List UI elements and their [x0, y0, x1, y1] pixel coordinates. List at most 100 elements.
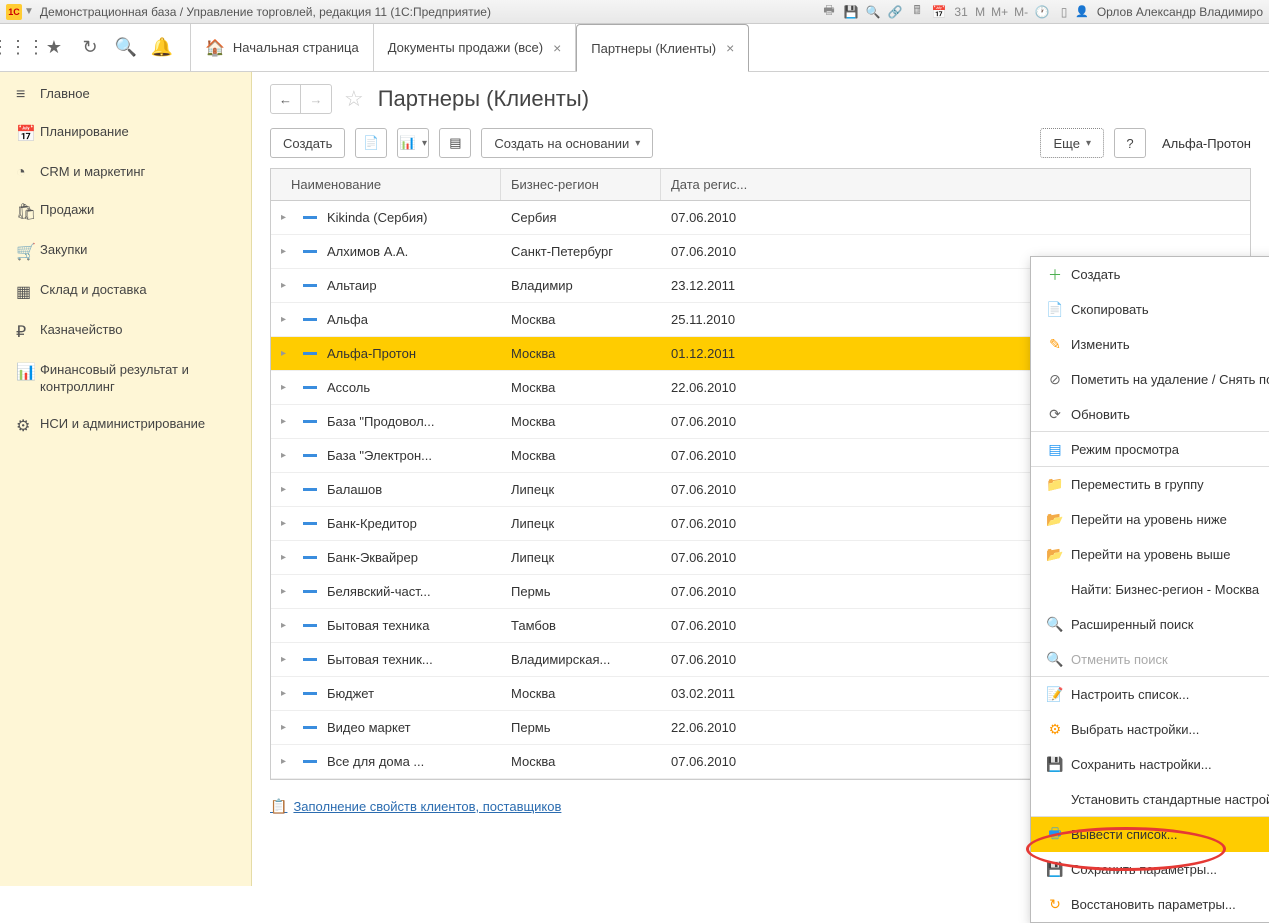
- col-date[interactable]: Дата регис...: [661, 169, 771, 200]
- dash-icon: [303, 760, 317, 763]
- row-date: 07.06.2010: [661, 754, 771, 769]
- row-region: Москва: [501, 414, 661, 429]
- search-value[interactable]: Альфа-Протон: [1162, 136, 1251, 151]
- menu-item[interactable]: 💾Сохранить параметры...: [1031, 852, 1269, 887]
- page-star-icon[interactable]: ☆: [344, 86, 364, 112]
- tab-home[interactable]: 🏠 Начальная страница: [190, 24, 374, 71]
- expand-icon[interactable]: ▸: [281, 756, 293, 767]
- user-name[interactable]: Орлов Александр Владимиро: [1097, 5, 1263, 19]
- row-region: Москва: [501, 754, 661, 769]
- expand-icon[interactable]: ▸: [281, 314, 293, 325]
- menu-item[interactable]: ⟳ОбновитьF5: [1031, 397, 1269, 432]
- logo-1c: 1C: [6, 4, 22, 20]
- sidebar-item-label: Продажи: [40, 202, 94, 219]
- sidebar-item[interactable]: ⚙НСИ и администрирование: [0, 406, 251, 446]
- more-button[interactable]: Еще▾: [1040, 128, 1103, 158]
- calc-icon[interactable]: 🖩: [908, 3, 926, 21]
- bell-icon[interactable]: 🔔: [144, 24, 180, 71]
- sidebar-item[interactable]: ▦Склад и доставка: [0, 272, 251, 312]
- expand-icon[interactable]: ▸: [281, 348, 293, 359]
- menu-item[interactable]: 🔍Отменить поискCtrl+Q: [1031, 642, 1269, 677]
- forward-button[interactable]: →: [301, 85, 331, 113]
- expand-icon[interactable]: ▸: [281, 688, 293, 699]
- menu-item[interactable]: Найти: Бизнес-регион - МоскваCtrl+Alt+F: [1031, 572, 1269, 607]
- star-icon[interactable]: ★: [36, 24, 72, 71]
- expand-icon[interactable]: ▸: [281, 484, 293, 495]
- row-date: 07.06.2010: [661, 448, 771, 463]
- menu-item[interactable]: ▤Режим просмотра▶: [1031, 432, 1269, 467]
- panel-icon[interactable]: ▯: [1055, 3, 1073, 21]
- report-button[interactable]: 📊▾: [397, 128, 429, 158]
- user-icon: 👤: [1075, 5, 1089, 18]
- menu-item[interactable]: 🖶Вывести список...: [1031, 817, 1269, 852]
- menu-item[interactable]: ＋СоздатьIns: [1031, 257, 1269, 292]
- tab-partners[interactable]: Партнеры (Клиенты) ×: [576, 24, 749, 72]
- sidebar-icon: ◔: [16, 164, 40, 182]
- close-icon[interactable]: ×: [553, 40, 561, 56]
- cal31-icon[interactable]: 31: [952, 3, 970, 21]
- col-name[interactable]: Наименование: [271, 169, 501, 200]
- menu-item[interactable]: 📂Перейти на уровень нижеCtrl+Down: [1031, 502, 1269, 537]
- col-region[interactable]: Бизнес-регион: [501, 169, 661, 200]
- sidebar-item[interactable]: ≡Главное: [0, 76, 251, 114]
- create-button[interactable]: Создать: [270, 128, 345, 158]
- menu-item[interactable]: ⚙Выбрать настройки...: [1031, 712, 1269, 747]
- menu-item[interactable]: ⊘Пометить на удаление / Снять пометкуDel: [1031, 362, 1269, 397]
- back-button[interactable]: ←: [271, 85, 301, 113]
- expand-icon[interactable]: ▸: [281, 654, 293, 665]
- sidebar-item[interactable]: 🛒Закупки: [0, 232, 251, 272]
- expand-icon[interactable]: ▸: [281, 280, 293, 291]
- sidebar-item[interactable]: ₽Казначейство: [0, 312, 251, 352]
- title-dropdown-icon[interactable]: ▼: [24, 6, 34, 17]
- toolbar-search-icon[interactable]: 🔍: [108, 24, 144, 71]
- link-icon[interactable]: 🔗: [886, 3, 904, 21]
- row-date: 01.12.2011: [661, 346, 771, 361]
- menu-icon: ⚙: [1043, 721, 1067, 738]
- expand-icon[interactable]: ▸: [281, 246, 293, 257]
- tab-sales-docs[interactable]: Документы продажи (все) ×: [374, 24, 577, 71]
- sidebar-item[interactable]: ◔CRM и маркетинг: [0, 154, 251, 192]
- history-icon[interactable]: ↻: [72, 24, 108, 71]
- dash-icon: [303, 318, 317, 321]
- menu-item[interactable]: 📝Настроить список...: [1031, 677, 1269, 712]
- menu-item[interactable]: 📄СкопироватьF9: [1031, 292, 1269, 327]
- apps-icon[interactable]: ⋮⋮⋮: [0, 24, 36, 71]
- menu-item[interactable]: 📂Перейти на уровень вышеCtrl+Up: [1031, 537, 1269, 572]
- expand-icon[interactable]: ▸: [281, 416, 293, 427]
- expand-icon[interactable]: ▸: [281, 586, 293, 597]
- sidebar-item[interactable]: 🛍Продажи: [0, 192, 251, 232]
- command-bar: Создать 📄 📊▾ ▤ Создать на основании▾ Еще…: [270, 128, 1251, 158]
- menu-icon: 📝: [1043, 686, 1067, 703]
- expand-icon[interactable]: ▸: [281, 722, 293, 733]
- menu-item[interactable]: Установить стандартные настройки: [1031, 782, 1269, 817]
- mplus-button[interactable]: M+: [991, 5, 1008, 19]
- row-date: 07.06.2010: [661, 414, 771, 429]
- menu-item[interactable]: 💾Сохранить настройки...: [1031, 747, 1269, 782]
- expand-icon[interactable]: ▸: [281, 620, 293, 631]
- create-from-button[interactable]: Создать на основании▾: [481, 128, 653, 158]
- sidebar-item[interactable]: 📊Финансовый результат и контроллинг: [0, 352, 251, 406]
- expand-icon[interactable]: ▸: [281, 552, 293, 563]
- table-row[interactable]: ▸Kikinda (Сербия)Сербия07.06.2010: [271, 201, 1250, 235]
- mminus-button[interactable]: M-: [1014, 5, 1028, 19]
- menu-item[interactable]: ↻Восстановить параметры...: [1031, 887, 1269, 922]
- save-icon[interactable]: 💾: [842, 3, 860, 21]
- expand-icon[interactable]: ▸: [281, 212, 293, 223]
- menu-item[interactable]: ✎ИзменитьF2: [1031, 327, 1269, 362]
- sidebar-item[interactable]: 📅Планирование: [0, 114, 251, 154]
- menu-item[interactable]: 📁Переместить в группуCtrl+Shift+M: [1031, 467, 1269, 502]
- help-button[interactable]: ?: [1114, 128, 1146, 158]
- expand-icon[interactable]: ▸: [281, 518, 293, 529]
- expand-icon[interactable]: ▸: [281, 382, 293, 393]
- expand-icon[interactable]: ▸: [281, 450, 293, 461]
- m-button[interactable]: M: [975, 5, 985, 19]
- close-icon[interactable]: ×: [726, 40, 734, 56]
- menu-item[interactable]: 🔍Расширенный поискAlt+F: [1031, 607, 1269, 642]
- menu-label: Перейти на уровень ниже: [1071, 512, 1269, 527]
- calendar-icon[interactable]: 📅: [930, 3, 948, 21]
- search-icon[interactable]: 🔍: [864, 3, 882, 21]
- list-button[interactable]: ▤: [439, 128, 471, 158]
- clock-icon[interactable]: 🕐: [1033, 3, 1051, 21]
- new-group-button[interactable]: 📄: [355, 128, 387, 158]
- print-icon[interactable]: 🖶: [820, 3, 838, 21]
